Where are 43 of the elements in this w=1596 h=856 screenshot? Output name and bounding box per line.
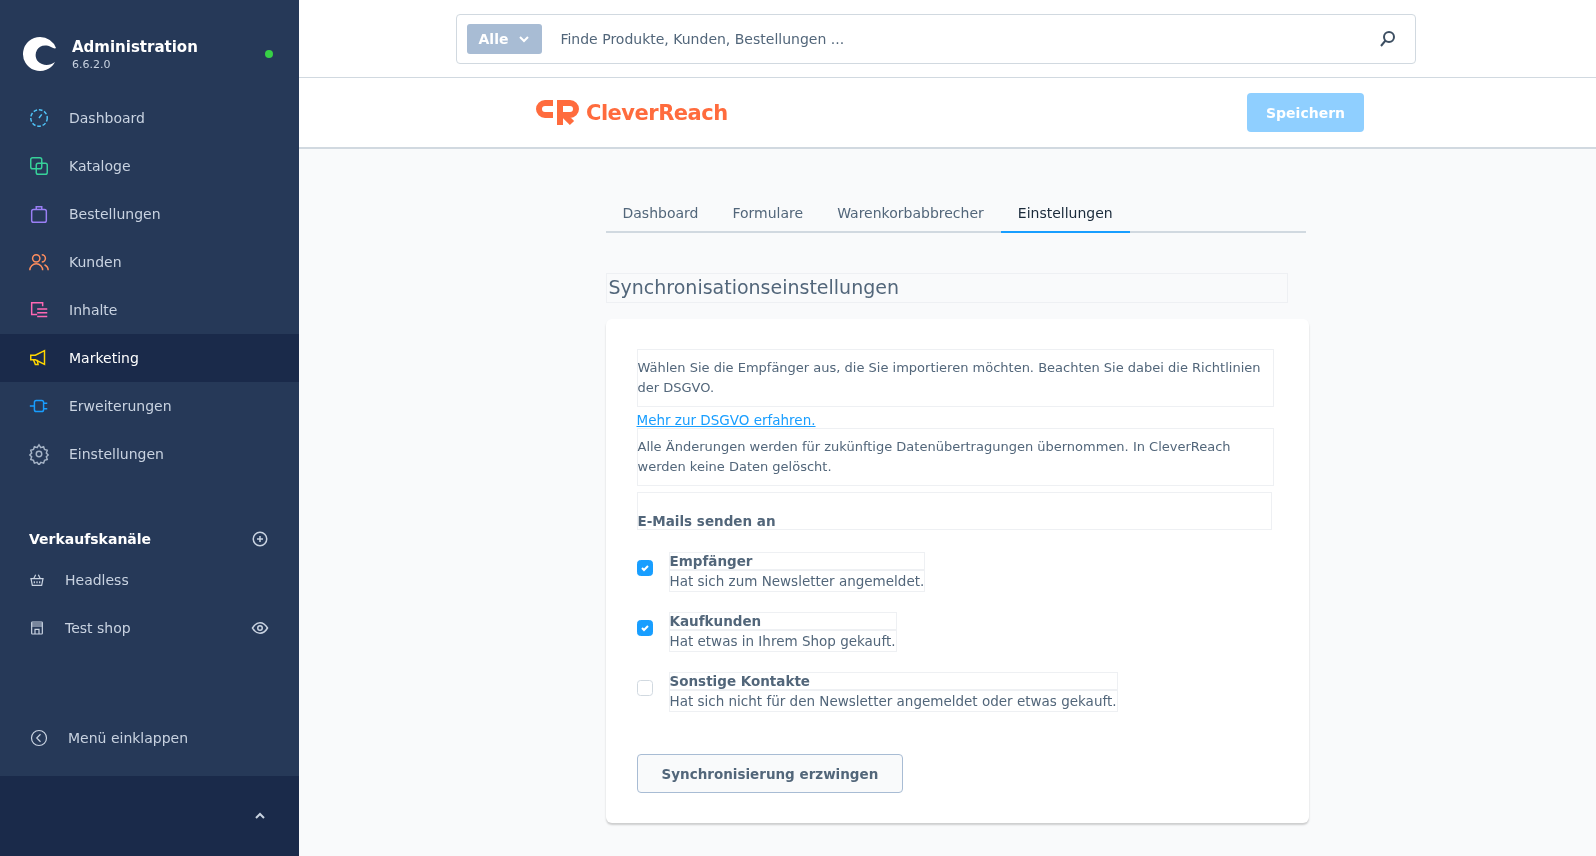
nav-item[interactable]: Inhalte	[0, 286, 299, 334]
add-icon[interactable]	[251, 530, 269, 548]
option-description: Hat sich zum Newsletter angemeldet.	[668, 570, 926, 592]
checkbox[interactable]	[636, 620, 653, 636]
brand-name: CleverReach	[586, 100, 728, 125]
intro-text: Wählen Sie die Empfänger aus, die Sie importieren möchten. Beachten Sie dabei die Richtlinien der DSGVO.	[636, 349, 1274, 407]
group-label: E-Mails senden an	[636, 492, 1272, 530]
nav-item[interactable]: Marketing	[0, 334, 299, 382]
nav-item[interactable]: Kataloge	[0, 142, 299, 190]
option-description: Hat sich nicht für den Newsletter angemeldet oder etwas gekauft.	[668, 690, 1118, 712]
section-heading: Verkaufskanäle	[29, 531, 152, 547]
tab[interactable]: Dashboard	[605, 195, 716, 233]
nav-icon	[28, 203, 50, 225]
note-text: Alle Änderungen werden für zukünftige Datenübertragungen übernommen. In CleverReach werden keine Daten gelöscht.	[636, 428, 1274, 486]
option-title: Kaufkunden	[668, 612, 897, 630]
nav-icon	[28, 155, 50, 177]
tab[interactable]: Warenkorbabbrecher	[820, 195, 1001, 233]
version-label: 6.6.2.0	[72, 57, 112, 71]
nav-icon	[28, 443, 50, 465]
option-title: Sonstige Kontakte	[668, 672, 1118, 690]
eye-icon[interactable]	[251, 619, 269, 637]
sales-channel-item[interactable]: Headless	[0, 556, 299, 604]
nav-item[interactable]: Einstellungen	[0, 430, 299, 478]
search-icon[interactable]	[1378, 29, 1397, 48]
nav-icon	[28, 107, 50, 129]
collapse-menu-link[interactable]: Menü einklappen	[0, 714, 299, 762]
sales-channel-item[interactable]: Test shop	[0, 604, 299, 652]
basket-icon	[29, 572, 45, 588]
section-title: Synchronisationseinstellungen	[605, 273, 1288, 303]
tab[interactable]: Einstellungen	[1000, 195, 1130, 233]
app-title: Administration	[72, 37, 199, 56]
option-title: Empfänger	[668, 552, 926, 570]
checkbox[interactable]	[636, 560, 653, 576]
nav-item[interactable]: Bestellungen	[0, 190, 299, 238]
nav-item[interactable]: Dashboard	[0, 94, 299, 142]
nav-icon	[28, 251, 50, 273]
nav-item[interactable]: Erweiterungen	[0, 382, 299, 430]
nav-item[interactable]: Kunden	[0, 238, 299, 286]
tab[interactable]: Formulare	[715, 195, 821, 233]
shop-logo-icon	[22, 36, 58, 72]
force-sync-button[interactable]: Synchronisierung erzwingen	[636, 754, 904, 793]
option-description: Hat etwas in Ihrem Shop gekauft.	[668, 630, 897, 652]
chevron-left-circle-icon	[30, 729, 48, 747]
